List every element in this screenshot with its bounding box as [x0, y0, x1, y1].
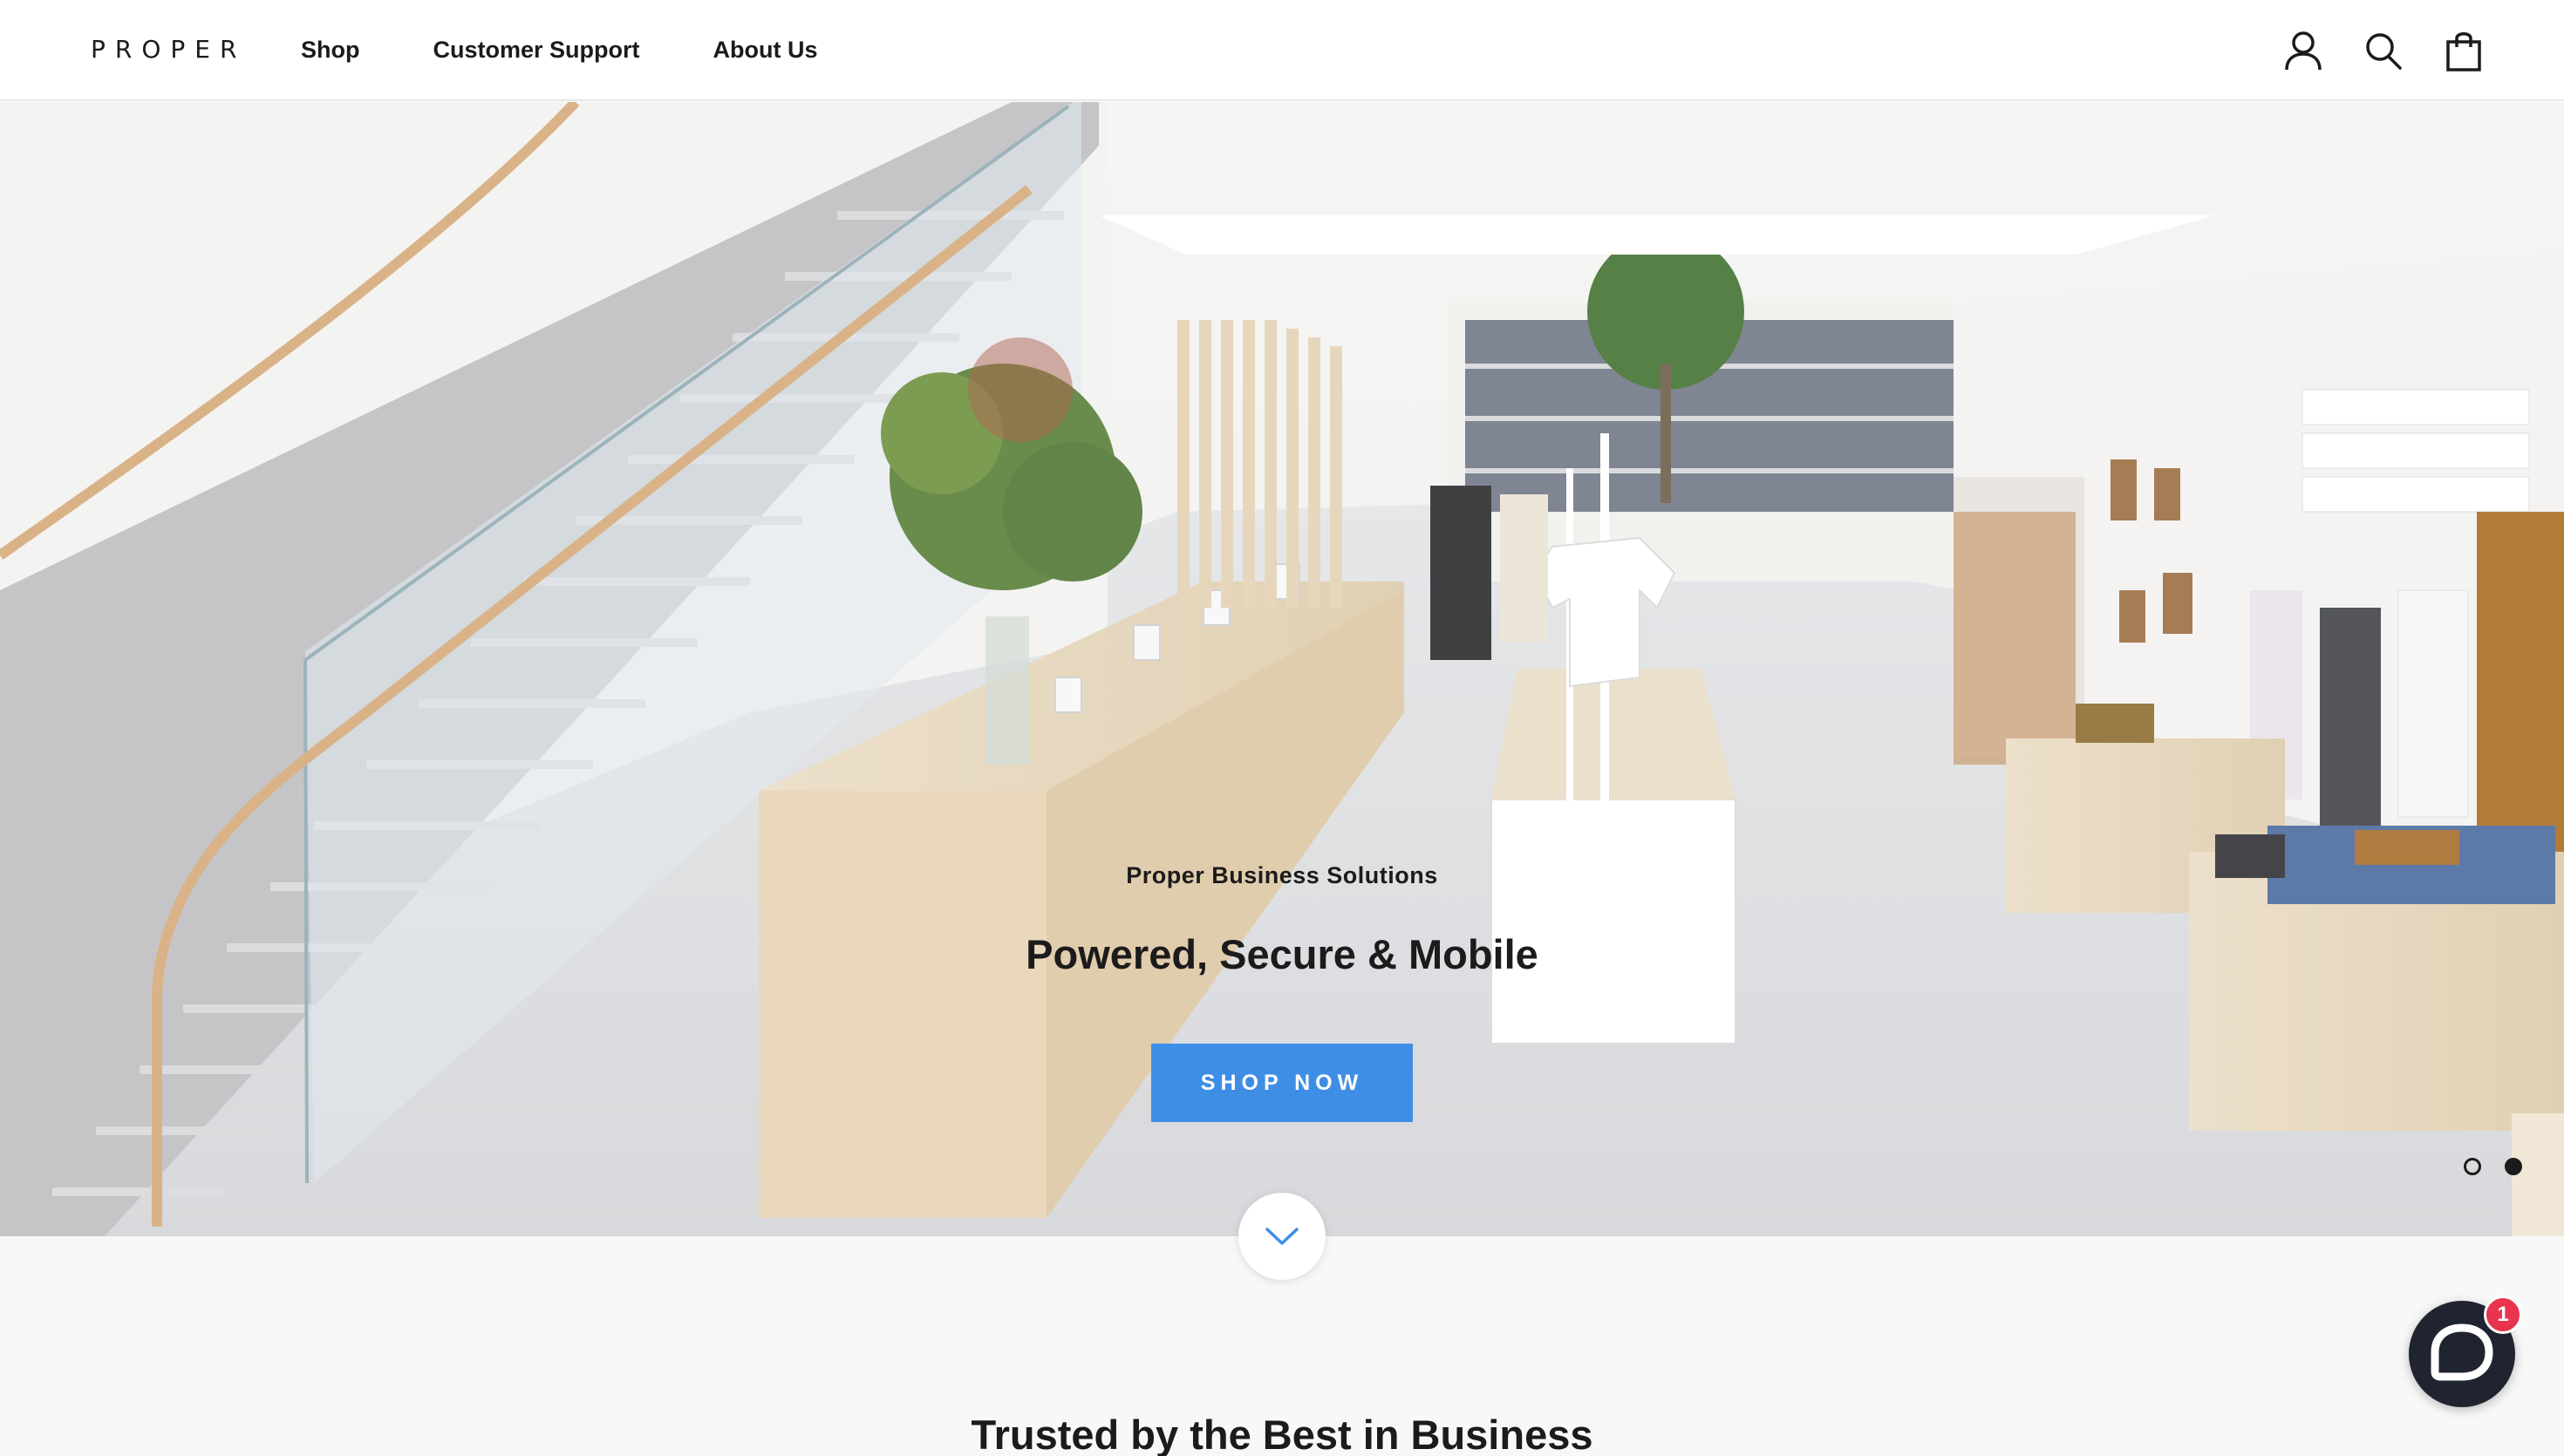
hero-content: Proper Business Solutions Powered, Secur… [0, 102, 2564, 1236]
search-icon[interactable] [2363, 30, 2404, 71]
page: PROPER Shop Customer Support About Us Pr… [0, 0, 2564, 1456]
nav-shop[interactable]: Shop [301, 37, 360, 64]
hero-title: Powered, Secure & Mobile [1026, 931, 1538, 977]
slide-dot-2-active[interactable] [2505, 1158, 2522, 1175]
header-actions [2283, 30, 2484, 71]
hero-slideshow: Proper Business Solutions Powered, Secur… [0, 102, 2564, 1236]
chat-notification-badge: 1 [2484, 1296, 2522, 1334]
shop-now-button[interactable]: SHOP NOW [1151, 1044, 1413, 1122]
account-icon[interactable] [2283, 30, 2323, 71]
site-header: PROPER Shop Customer Support About Us [0, 0, 2564, 101]
nav-about-us[interactable]: About Us [713, 37, 818, 64]
section-title: Trusted by the Best in Business [971, 1412, 1593, 1456]
slide-dot-1[interactable] [2464, 1158, 2481, 1175]
brand-logo[interactable]: PROPER [91, 35, 246, 64]
chevron-down-icon [1265, 1228, 1299, 1245]
hero-subtitle: Proper Business Solutions [1126, 862, 1438, 888]
slide-pagination [2464, 1158, 2522, 1175]
scroll-down-button[interactable] [1238, 1193, 1326, 1280]
cart-icon[interactable] [2444, 30, 2484, 71]
nav-customer-support[interactable]: Customer Support [433, 37, 640, 64]
main-nav: Shop Customer Support About Us [301, 37, 891, 64]
